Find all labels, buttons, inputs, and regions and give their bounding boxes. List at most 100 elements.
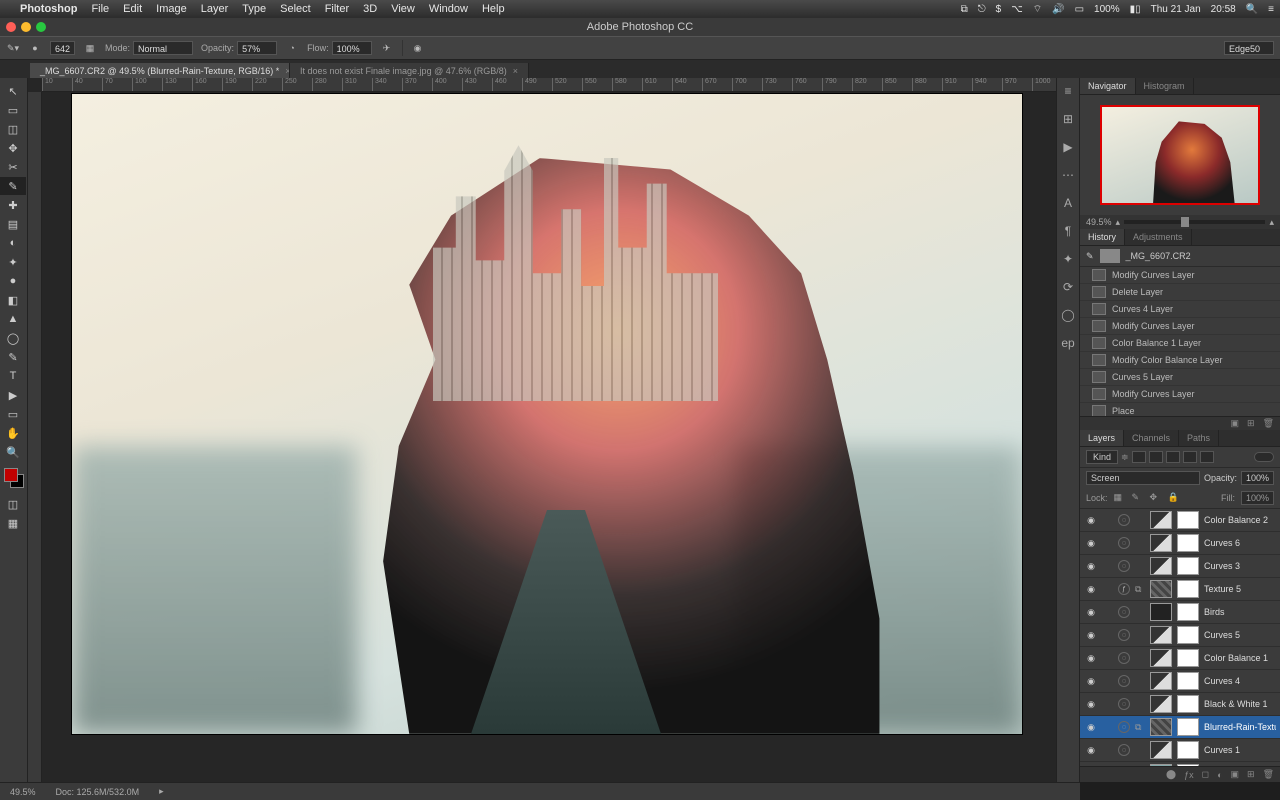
layer-mask-thumbnail[interactable] [1177,718,1199,736]
tool-button[interactable]: ✦ [0,253,26,271]
layer-fx-indicator[interactable]: ◌ [1118,721,1130,733]
layer-row[interactable]: ◉◌Curves 6 [1080,532,1280,555]
lock-transparent-icon[interactable]: ▦ [1114,492,1126,504]
opacity-input[interactable]: 57% [237,41,277,55]
new-group-icon[interactable]: ▣ [1231,769,1240,780]
zoom-out-icon[interactable]: ▴ [1116,217,1121,228]
tool-button[interactable]: ▭ [0,405,26,423]
tool-button[interactable]: ▭ [0,101,26,119]
tool-button[interactable]: ✥ [0,139,26,157]
layer-visibility-icon[interactable]: ◉ [1084,584,1098,595]
dock-panel-icon[interactable]: ✦ [1063,252,1073,266]
layer-thumbnail[interactable] [1150,626,1172,644]
menu-select[interactable]: Select [280,3,311,15]
layer-visibility-icon[interactable]: ◉ [1084,699,1098,710]
menu-3d[interactable]: 3D [363,3,377,15]
navigator-zoom-slider[interactable] [1124,220,1265,224]
new-layer-icon[interactable]: ⊞ [1247,769,1255,780]
layer-fx-indicator[interactable]: ◌ [1118,514,1130,526]
menu-extra-icon[interactable]: ≡ [1268,4,1274,15]
dock-panel-icon[interactable]: ▶ [1063,140,1072,154]
layer-name[interactable]: Curves 5 [1204,630,1276,640]
history-source[interactable]: ✎ _MG_6607.CR2 [1080,246,1280,267]
history-brush-icon[interactable]: ✎ [1086,251,1094,262]
layer-thumbnail[interactable] [1150,580,1172,598]
layer-name[interactable]: Curves 1 [1204,745,1276,755]
menu-app[interactable]: Photoshop [20,3,77,15]
layer-mask-thumbnail[interactable] [1177,626,1199,644]
layer-visibility-icon[interactable]: ◉ [1084,653,1098,664]
brush-size-input[interactable]: 642 [50,41,75,55]
layer-name[interactable]: Birds [1204,607,1276,617]
tab-layers[interactable]: Layers [1080,430,1124,446]
layer-mask-thumbnail[interactable] [1177,672,1199,690]
layer-thumbnail[interactable] [1150,695,1172,713]
color-swatches[interactable] [0,468,27,494]
layer-fx-indicator[interactable]: ◌ [1118,675,1130,687]
layer-visibility-icon[interactable]: ◉ [1084,745,1098,756]
layer-row[interactable]: ◉◌Birds [1080,601,1280,624]
layer-row[interactable]: ◉◌Color Balance 1 [1080,647,1280,670]
history-item[interactable]: Modify Color Balance Layer [1080,352,1280,369]
link-layers-icon[interactable]: ⬤ [1166,769,1176,780]
history-snapshot-icon[interactable]: ▣ [1231,418,1240,429]
menu-edit[interactable]: Edit [123,3,142,15]
document-tab[interactable]: It does not exist Finale image.jpg @ 47.… [290,63,529,78]
layer-name[interactable]: Blurred-Rain-Texture [1204,722,1276,732]
status-volume-icon[interactable]: 🔊 [1052,4,1064,15]
layer-mask-icon[interactable]: ◻ [1202,769,1209,780]
filter-smart-icon[interactable] [1200,451,1214,463]
status-bt-icon[interactable]: ⌥ [1011,4,1023,15]
layer-thumbnail[interactable] [1150,718,1172,736]
status-arrow-icon[interactable]: ▸ [159,786,164,797]
layer-thumbnail[interactable] [1150,741,1172,759]
filter-type-icon[interactable] [1166,451,1180,463]
status-zoom[interactable]: 49.5% [10,787,36,797]
layer-opacity-input[interactable]: 100% [1241,471,1274,485]
menu-image[interactable]: Image [156,3,187,15]
ruler-vertical[interactable] [28,92,42,782]
layer-row[interactable]: ◉◌⧉Blurred-Rain-Texture [1080,716,1280,739]
window-maximize-button[interactable] [36,22,46,32]
tool-button[interactable]: ◫ [0,120,26,138]
blend-mode-select[interactable]: Screen [1086,471,1200,485]
document-tab[interactable]: _MG_6607.CR2 @ 49.5% (Blurred-Rain-Textu… [30,63,290,78]
dock-panel-icon[interactable]: A [1064,196,1072,210]
history-item[interactable]: Modify Curves Layer [1080,386,1280,403]
status-display-icon[interactable]: ▭ [1075,4,1084,15]
layer-fx-indicator[interactable]: ◌ [1118,606,1130,618]
layer-fx-indicator[interactable]: ƒ [1118,583,1130,595]
tab-navigator[interactable]: Navigator [1080,78,1136,94]
menu-window[interactable]: Window [429,3,468,15]
fill-input[interactable]: 100% [1241,491,1274,505]
layer-fx-indicator[interactable]: ◌ [1118,560,1130,572]
menu-time[interactable]: 20:58 [1211,4,1236,15]
layer-fx-indicator[interactable]: ◌ [1118,744,1130,756]
layer-name[interactable]: Curves 3 [1204,561,1276,571]
menu-type[interactable]: Type [242,3,266,15]
layer-name[interactable]: Curves 6 [1204,538,1276,548]
menu-filter[interactable]: Filter [325,3,349,15]
lock-all-icon[interactable]: 🔒 [1168,492,1180,504]
tool-button[interactable]: ↖ [0,82,26,100]
flow-input[interactable]: 100% [332,41,372,55]
layer-mask-thumbnail[interactable] [1177,603,1199,621]
tool-button[interactable]: ✚ [0,196,26,214]
layer-fx-indicator[interactable]: ◌ [1118,537,1130,549]
layer-link-icon[interactable]: ⧉ [1135,722,1145,733]
delete-layer-icon[interactable]: 🗑 [1263,769,1274,780]
layer-mask-thumbnail[interactable] [1177,534,1199,552]
window-close-button[interactable] [6,22,16,32]
tab-history[interactable]: History [1080,229,1125,245]
tool-button[interactable]: ▶ [0,386,26,404]
layer-fx-indicator[interactable]: ◌ [1118,698,1130,710]
layer-visibility-icon[interactable]: ◉ [1084,561,1098,572]
brush-panel-icon[interactable]: ▦ [83,41,97,55]
layer-row[interactable]: ◉ƒ⧉Texture 5 [1080,578,1280,601]
history-item[interactable]: Modify Curves Layer [1080,318,1280,335]
layer-fx-indicator[interactable]: ◌ [1118,652,1130,664]
canvas[interactable] [72,94,1022,734]
close-tab-icon[interactable]: × [513,66,518,76]
tool-button[interactable]: ▲ [0,310,26,328]
layer-name[interactable]: Curves 4 [1204,676,1276,686]
